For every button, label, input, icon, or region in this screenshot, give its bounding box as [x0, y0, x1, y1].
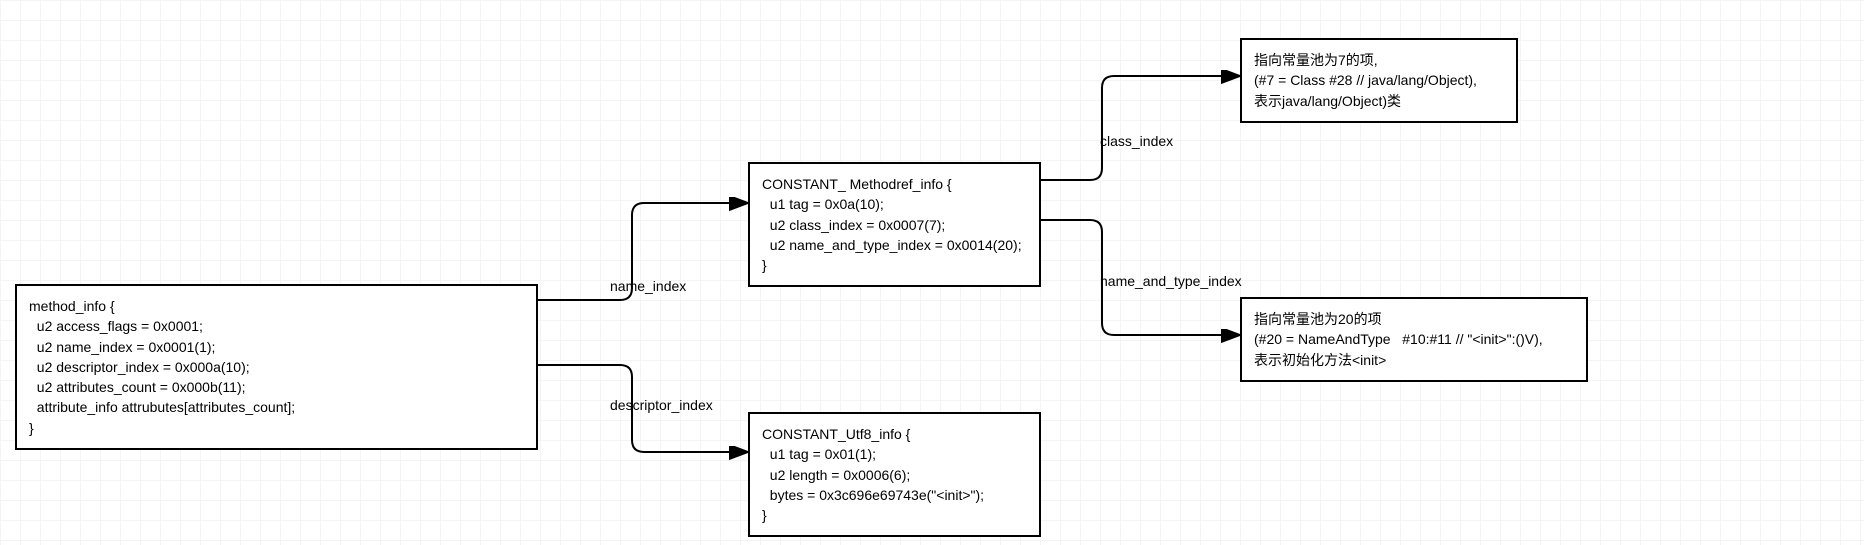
node-class-desc: 指向常量池为7的项, (#7 = Class #28 // java/lang/… [1240, 38, 1518, 123]
edge-label-name-index: name_index [610, 278, 686, 294]
edge-label-nat-index: name_and_type_index [1100, 273, 1242, 289]
node-method-info: method_info { u2 access_flags = 0x0001; … [15, 284, 538, 450]
edge-label-class-index: class_index [1100, 133, 1173, 149]
node-utf8: CONSTANT_Utf8_info { u1 tag = 0x01(1); u… [748, 412, 1041, 537]
node-methodref: CONSTANT_ Methodref_info { u1 tag = 0x0a… [748, 162, 1041, 287]
edge-label-descriptor-index: descriptor_index [610, 397, 713, 413]
node-nat-desc: 指向常量池为20的项 (#20 = NameAndType #10:#11 //… [1240, 297, 1588, 382]
